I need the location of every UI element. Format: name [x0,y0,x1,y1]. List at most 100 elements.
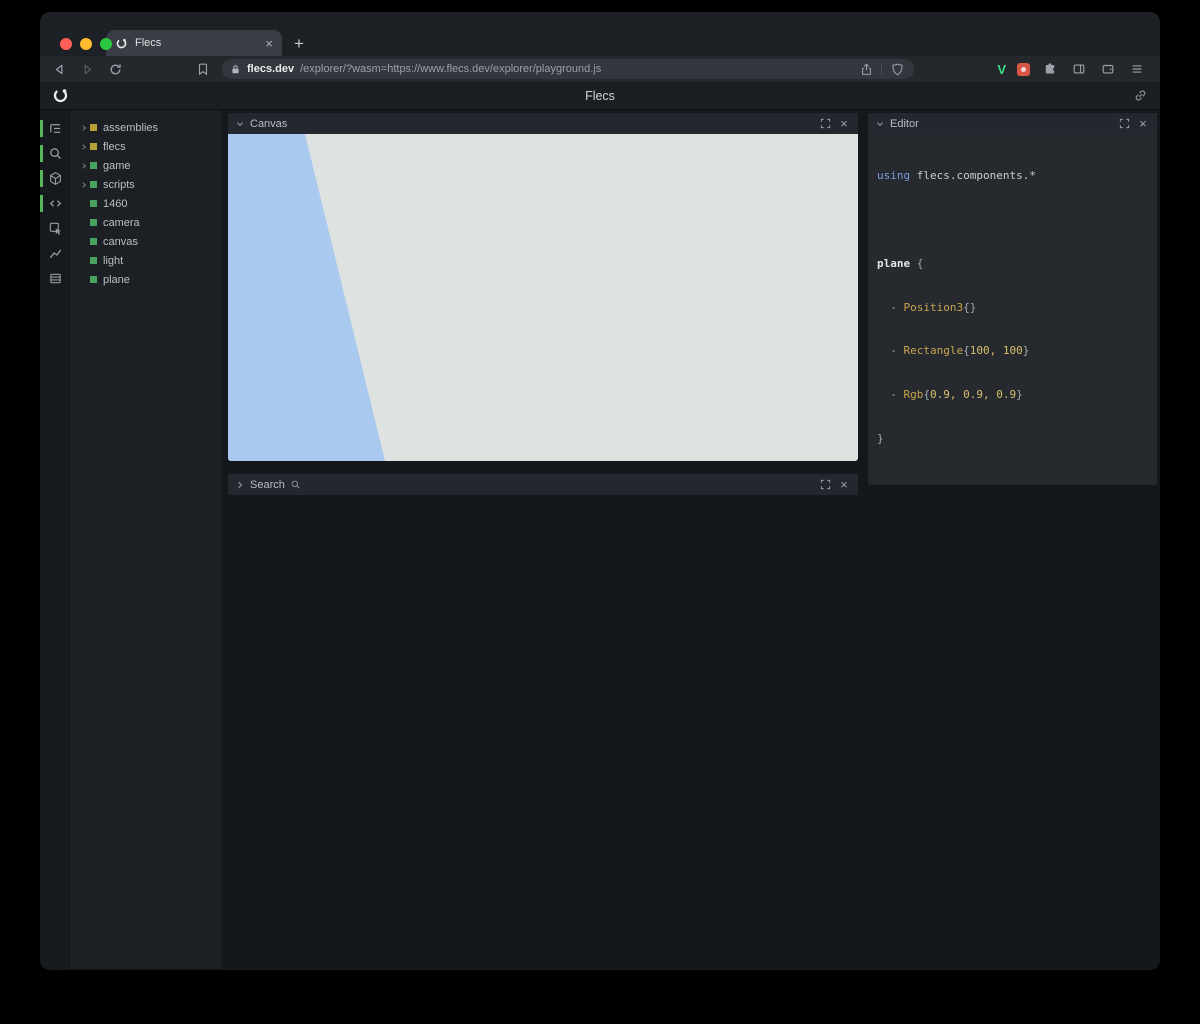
sidebar-inspect-icon[interactable] [40,216,71,241]
code-line: - Rgb{0.9, 0.9, 0.9} [877,388,1148,403]
code-line [877,213,1148,228]
tree-item-label: plane [103,274,130,286]
search-panel: Search × [228,474,858,495]
browser-tab[interactable]: Flecs × [106,30,282,56]
wallet-icon[interactable] [1099,60,1117,78]
code-line: } [877,432,1148,447]
vue-devtools-extension-icon[interactable]: V [997,63,1006,76]
sidebar-tables-icon[interactable] [40,266,71,291]
code-line: - Rectangle{100, 100} [877,344,1148,359]
addressbar-divider [881,63,882,75]
entity-color-swatch [90,124,97,131]
tree-item-canvas[interactable]: canvas [72,232,222,251]
canvas-panel-header[interactable]: Canvas × [228,113,858,134]
main-area: Canvas × [222,110,1160,969]
code-editor[interactable]: using flecs.components.* plane { - Posit… [868,134,1157,485]
tree-item-light[interactable]: light [72,251,222,270]
close-icon[interactable]: × [837,478,851,492]
address-bar[interactable]: flecs.dev/explorer/?wasm=https://www.fle… [222,59,914,79]
code-line: using flecs.components.* [877,169,1148,184]
tab-favicon-flecs-logo-icon [115,37,128,50]
expand-icon[interactable] [818,117,832,131]
canvas-panel: Canvas × [228,113,858,461]
sidebar-editor-code-icon[interactable] [40,191,71,216]
entity-color-swatch [90,181,97,188]
disclosure-arrow-icon[interactable] [80,143,89,151]
tree-item-label: camera [103,217,140,229]
editor-panel-header[interactable]: Editor × [868,113,1157,134]
code-line: - Position3{} [877,301,1148,316]
icon-rail [40,110,72,969]
shield-icon[interactable] [888,60,906,78]
disclosure-arrow-icon[interactable] [80,181,89,189]
zoom-window-button[interactable] [100,38,112,50]
editor-panel: Editor × using flecs.components.* plane … [868,113,1157,485]
tab-bar: Flecs × + [40,12,1160,56]
tree-item-1460[interactable]: 1460 [72,194,222,213]
share-icon[interactable] [857,60,875,78]
new-tab-button[interactable]: + [294,35,304,52]
tree-item-scripts[interactable]: scripts [72,175,222,194]
tree-item-flecs[interactable]: flecs [72,137,222,156]
sidebar-canvas-cube-icon[interactable] [40,166,71,191]
tree-item-label: flecs [103,141,126,153]
tree-item-assemblies[interactable]: assemblies [72,118,222,137]
chevron-right-icon[interactable] [235,480,245,490]
tree-item-plane[interactable]: plane [72,270,222,289]
url-path: /explorer/?wasm=https://www.flecs.dev/ex… [300,63,601,75]
close-icon[interactable]: × [837,117,851,131]
app-header: Flecs [40,82,1160,110]
menu-hamburger-icon[interactable] [1128,60,1146,78]
panel-title: Editor [890,118,919,130]
extension-icon[interactable] [1017,63,1030,76]
sidebar-stats-chart-icon[interactable] [40,241,71,266]
tree-item-label: scripts [103,179,135,191]
tree-item-label: game [103,160,131,172]
back-icon[interactable] [50,60,68,78]
forward-icon[interactable] [78,60,96,78]
entity-color-swatch [90,200,97,207]
close-icon[interactable]: × [1136,117,1150,131]
disclosure-arrow-icon[interactable] [80,124,89,132]
tab-close-icon[interactable]: × [265,37,273,50]
expand-icon[interactable] [818,478,832,492]
browser-toolbar: flecs.dev/explorer/?wasm=https://www.fle… [40,56,1160,82]
entity-color-swatch [90,143,97,150]
chevron-down-icon[interactable] [875,119,885,129]
page-title: Flecs [40,89,1160,103]
tree-item-camera[interactable]: camera [72,213,222,232]
browser-window: Flecs × + flecs.dev/explorer/?wasm=https… [40,12,1160,970]
entity-color-swatch [90,257,97,264]
sidebar-tree-icon[interactable] [40,116,71,141]
code-line: plane { [877,257,1148,272]
panel-title: Canvas [250,118,287,130]
expand-icon[interactable] [1117,117,1131,131]
sidebar-toggle-icon[interactable] [1070,60,1088,78]
search-magnifier-icon [290,479,301,490]
tree-item-label: assemblies [103,122,158,134]
entity-color-swatch [90,238,97,245]
search-panel-header[interactable]: Search × [228,474,858,495]
url-host: flecs.dev [247,63,294,75]
close-window-button[interactable] [60,38,72,50]
canvas-3d-viewport[interactable] [228,134,858,461]
bookmark-icon[interactable] [194,60,212,78]
lock-icon [230,64,241,75]
tab-title: Flecs [135,37,258,49]
reload-icon[interactable] [106,60,124,78]
puzzle-extensions-icon[interactable] [1041,60,1059,78]
tree-item-label: 1460 [103,198,127,210]
entity-color-swatch [90,219,97,226]
sidebar-search-icon[interactable] [40,141,71,166]
disclosure-arrow-icon[interactable] [80,162,89,170]
extension-icons: V [997,60,1150,78]
tree-item-game[interactable]: game [72,156,222,175]
app-content: assemblies flecs game scripts 1460 [40,110,1160,969]
entity-color-swatch [90,162,97,169]
minimize-window-button[interactable] [80,38,92,50]
chevron-down-icon[interactable] [235,119,245,129]
traffic-lights [60,38,112,50]
tree-item-label: canvas [103,236,138,248]
tree-item-label: light [103,255,123,267]
entity-color-swatch [90,276,97,283]
